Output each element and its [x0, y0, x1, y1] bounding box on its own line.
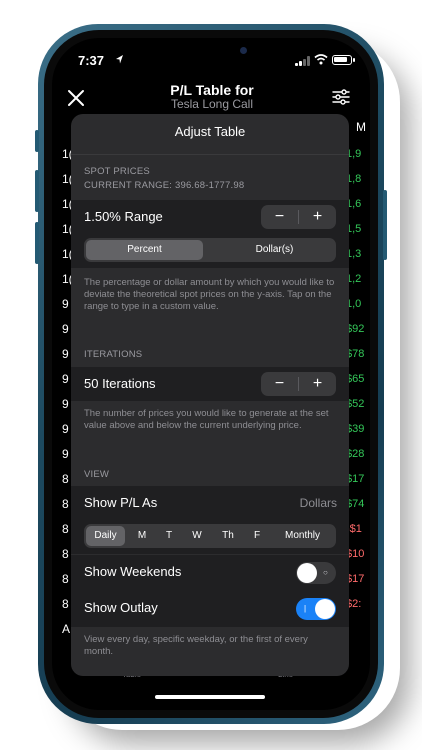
range-row: 1.50% Range − + [71, 200, 349, 234]
volume-up-button [35, 170, 39, 212]
cellular-signal-icon [295, 56, 311, 66]
show-pl-label: Show P/L As [84, 495, 158, 510]
range-increment-button[interactable]: + [299, 205, 336, 229]
iterations-help-text: The number of prices you would like to g… [84, 408, 329, 431]
status-bar: 7:37 [52, 38, 370, 82]
segment-dollars[interactable]: Dollar(s) [215, 240, 334, 260]
power-button [383, 190, 387, 260]
toggle-knob [315, 599, 335, 619]
range-help-text: The percentage or dollar amount by which… [84, 277, 335, 312]
location-arrow-icon [116, 55, 123, 64]
table-pl-cell: 1,5 [346, 223, 362, 235]
table-pl-column: 1,9 1,8 1,6 1,5 1,3 1,2 1,0 $92 $78 $65 $52 $39 $28 $… [346, 142, 370, 617]
table-pl-cell: $74 [346, 498, 365, 510]
panel-title: Adjust Table [174, 124, 246, 139]
table-pl-cell: $52 [346, 398, 365, 410]
iterations-section-label: ITERATIONS [84, 349, 143, 360]
range-decrement-button[interactable]: − [261, 205, 298, 229]
show-pl-value[interactable]: Dollars [300, 496, 337, 510]
show-weekends-row: Show Weekends ○ [71, 555, 349, 591]
battery-nub [353, 58, 355, 62]
segment-tuesday[interactable]: T [157, 526, 181, 546]
show-outlay-label: Show Outlay [84, 600, 158, 615]
battery-icon [332, 55, 352, 65]
current-range-label: CURRENT RANGE: 396.68-1777.98 [84, 180, 245, 191]
iterations-stepper: − + [261, 372, 336, 396]
period-segmented-control: Daily M T W Th F Monthly [84, 524, 336, 548]
toggle-off-mark: ○ [323, 568, 328, 577]
show-weekends-label: Show Weekends [84, 564, 182, 579]
table-pl-cell: 1,6 [346, 198, 362, 210]
table-pl-cell: 1,0 [346, 298, 362, 310]
period-row: Daily M T W Th F Monthly [71, 520, 349, 554]
table-pl-cell: $65 [346, 373, 365, 385]
adjust-table-panel: Adjust Table SPOT PRICES CURRENT RANGE: … [71, 114, 349, 676]
table-pl-cell: $28 [346, 448, 365, 460]
front-camera [240, 47, 247, 54]
silent-switch [35, 130, 39, 152]
iterations-value[interactable]: 50 Iterations [84, 376, 156, 391]
segment-daily[interactable]: Daily [86, 526, 125, 546]
show-pl-row[interactable]: Show P/L As Dollars [71, 486, 349, 520]
segment-percent[interactable]: Percent [86, 240, 203, 260]
table-pl-cell: 1,8 [346, 173, 362, 185]
show-weekends-toggle[interactable]: ○ [296, 562, 336, 584]
segment-wednesday[interactable]: W [184, 526, 210, 546]
segment-thursday[interactable]: Th [214, 526, 242, 546]
home-indicator [155, 695, 265, 699]
nav-subtitle: Tesla Long Call [170, 97, 254, 111]
iterations-row: 50 Iterations − + [71, 367, 349, 401]
table-pl-cell: $2: [346, 598, 362, 610]
range-unit-segmented-control: Percent Dollar(s) [84, 238, 336, 262]
nav-title: P/L Table for [170, 82, 254, 98]
table-pl-cell: $10 [346, 548, 365, 560]
view-help-text: View every day, specific weekday, or the… [84, 634, 308, 657]
table-pl-cell: $92 [346, 323, 365, 335]
volume-down-button [35, 222, 39, 264]
spot-prices-section-label: SPOT PRICES [84, 166, 150, 177]
screen: 7:37 P/L Table for Tesla Long Call M 1(1… [52, 38, 370, 710]
table-pl-cell: 1,3 [346, 248, 362, 260]
table-pl-cell: $17 [346, 573, 365, 585]
toggle-on-mark: | [304, 604, 307, 613]
table-pl-cell: $17 [346, 473, 365, 485]
range-unit-row: Percent Dollar(s) [71, 234, 349, 268]
table-column-header: M [356, 120, 366, 134]
range-value[interactable]: 1.50% Range [84, 209, 163, 224]
table-pl-cell: $39 [346, 423, 365, 435]
iterations-increment-button[interactable]: + [299, 372, 336, 396]
close-icon[interactable] [66, 88, 86, 108]
range-stepper: − + [261, 205, 336, 229]
table-pl-cell: $78 [346, 348, 365, 360]
panel-divider [71, 154, 349, 155]
table-pl-cell: 1,9 [346, 148, 362, 160]
filter-sliders-icon[interactable] [332, 88, 350, 106]
segment-friday[interactable]: F [245, 526, 269, 546]
iterations-decrement-button[interactable]: − [261, 372, 298, 396]
segment-monthly[interactable]: Monthly [273, 526, 332, 546]
table-pl-cell: -$1 [346, 523, 362, 535]
toggle-knob [297, 563, 317, 583]
view-section-label: VIEW [84, 469, 110, 480]
show-outlay-row: Show Outlay | [71, 591, 349, 627]
segment-monday[interactable]: M [130, 526, 154, 546]
table-pl-cell: 1,2 [346, 273, 362, 285]
status-time: 7:37 [78, 53, 105, 68]
show-outlay-toggle[interactable]: | [296, 598, 336, 620]
wifi-icon [314, 54, 328, 65]
